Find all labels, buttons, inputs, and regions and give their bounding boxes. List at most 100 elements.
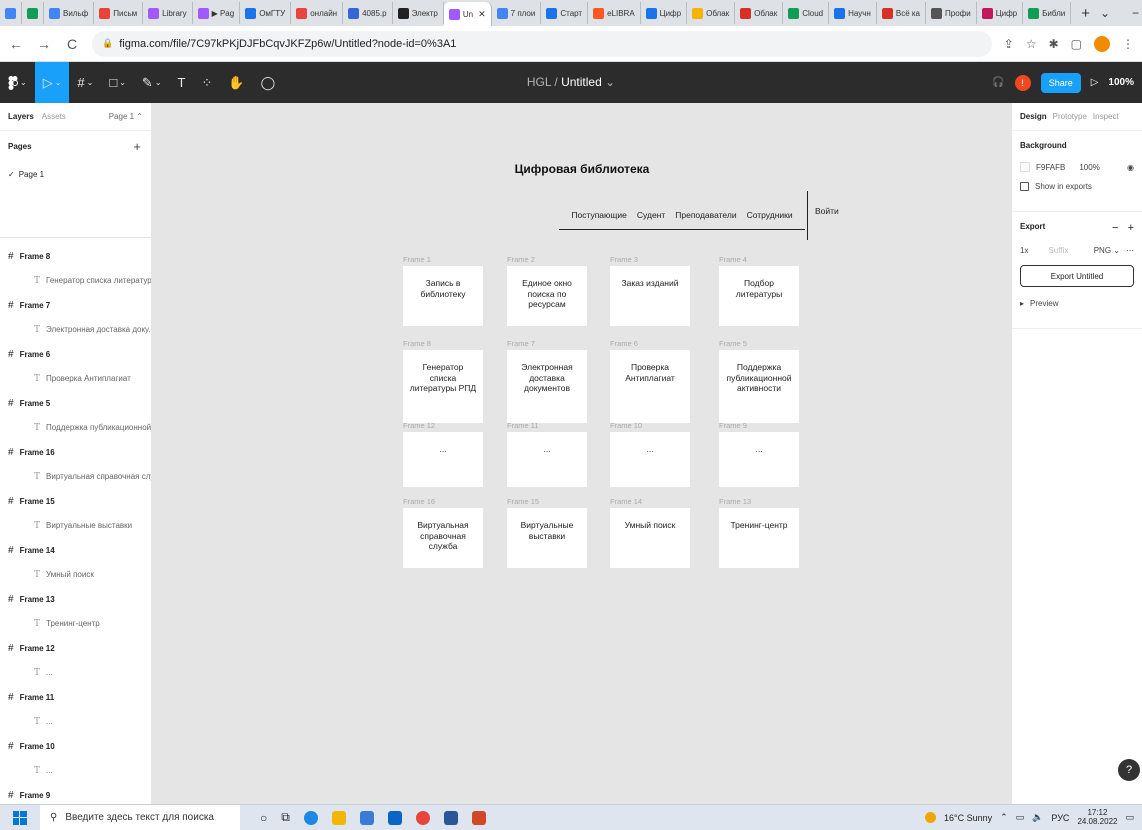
word-icon[interactable] [443,810,458,825]
service-card[interactable]: Заказ изданий [610,266,690,326]
shape-tool-icon[interactable]: □ ⌄ [101,62,134,103]
service-card[interactable]: Умный поиск [610,508,690,568]
browser-tab[interactable]: 4085.p [343,2,393,24]
layer-text-item[interactable]: T Генератор списка литератур... [0,268,151,293]
frame-label[interactable]: Frame 4 [719,255,747,264]
layer-frame-item[interactable]: # Frame 7 [0,293,151,317]
service-card[interactable]: ... [403,432,483,487]
service-card[interactable]: Тренинг-центр [719,508,799,568]
nav-link[interactable]: Поступающие [571,210,627,220]
layer-text-item[interactable]: T Виртуальная справочная слу... [0,464,151,489]
layer-text-item[interactable]: T Проверка Антиплагиат [0,366,151,391]
text-tool-icon[interactable]: T [170,62,194,103]
layer-frame-item[interactable]: # Frame 6 [0,342,151,366]
service-card[interactable]: Поддержка публикационной активности [719,350,799,423]
service-card[interactable]: Единое окно поиска по ресурсам [507,266,587,326]
frame-label[interactable]: Frame 16 [403,497,435,506]
nav-link[interactable]: Сотрудники [747,210,793,220]
mail-icon[interactable] [387,810,402,825]
nav-link[interactable]: Судент [637,210,665,220]
tab-assets[interactable]: Assets [42,112,66,121]
language-indicator[interactable]: РУС [1051,813,1069,823]
zoom-level[interactable]: 100% [1108,77,1134,88]
pen-tool-icon[interactable]: ✎ ⌄ [134,62,170,103]
browser-tab[interactable]: Облак [735,2,784,24]
browser-app-icon[interactable] [22,2,44,24]
layer-frame-item[interactable]: # Frame 11 [0,685,151,709]
bg-opacity[interactable]: 100% [1079,163,1099,172]
layer-text-item[interactable]: T... [0,660,151,685]
service-card[interactable]: Подбор литературы [719,266,799,326]
task-view-icon[interactable]: ⧉ [281,810,290,825]
browser-tab[interactable]: Всё ка [877,2,926,24]
file-name[interactable]: Untitled [561,75,602,89]
url-field[interactable]: 🔒 figma.com/file/7C97kPKjDJFbCqvJKFZp6w/… [92,30,992,57]
browser-tab[interactable]: ОмГТУ [240,2,292,24]
tab-inspect[interactable]: Inspect [1093,112,1119,121]
layer-frame-item[interactable]: # Frame 8 [0,244,151,268]
frame-label[interactable]: Frame 12 [403,421,435,430]
forward-icon[interactable]: → [36,36,52,52]
browser-tab[interactable]: Облак [687,2,736,24]
tab-design[interactable]: Design [1020,112,1047,121]
layer-frame-item[interactable]: # Frame 5 [0,391,151,415]
minimize-button[interactable]: − [1132,6,1139,20]
move-tool-icon[interactable]: ▷ ⌄ [34,62,70,103]
page-item-1[interactable]: ✓ Page 1 [0,161,151,187]
frame-label[interactable]: Frame 14 [610,497,642,506]
layer-text-item[interactable]: T Умный поиск [0,562,151,587]
tab-prototype[interactable]: Prototype [1053,112,1087,121]
browser-tab[interactable]: Научн [829,2,877,24]
more-menu-icon[interactable]: ⋮ [1122,37,1134,51]
browser-tab[interactable]: Цифр [977,2,1024,24]
audio-headphones-icon[interactable]: 🎧 [992,77,1004,88]
frame-label[interactable]: Frame 2 [507,255,535,264]
nav-link[interactable]: Преподаватели [675,210,736,220]
browser-tab[interactable]: Письм [94,2,144,24]
design-canvas[interactable]: Цифровая библиотека Поступающие Судент Пре… [153,103,1011,804]
comment-tool-icon[interactable]: ◯ [253,62,284,103]
tab-search-chevron-icon[interactable]: ⌄ [1100,6,1110,20]
service-card[interactable]: ... [610,432,690,487]
export-scale[interactable]: 1x [1020,246,1028,255]
frame-label[interactable]: Frame 1 [403,255,431,264]
export-button[interactable]: Export Untitled [1020,265,1134,287]
powerpoint-icon[interactable] [471,810,486,825]
share-page-icon[interactable]: ⇪ [1004,37,1014,51]
preview-toggle[interactable]: ▸ Preview [1020,299,1134,308]
page-selector[interactable]: Page 1 ⌃ [109,112,143,121]
layer-frame-item[interactable]: # Frame 16 [0,440,151,464]
new-tab-button[interactable]: + [1071,5,1100,22]
layer-frame-item[interactable]: # Frame 14 [0,538,151,562]
layer-text-item[interactable]: T... [0,709,151,734]
tab-close-icon[interactable]: ✕ [478,9,486,20]
service-card[interactable]: Запись в библиотеку [403,266,483,326]
layer-frame-item[interactable]: # Frame 15 [0,489,151,513]
browser-tab[interactable]: 7 плои [492,2,542,24]
taskbar-search-input[interactable]: ⚲ Введите здесь текст для поиска [40,804,240,830]
remove-export-icon[interactable]: − [1112,222,1118,234]
frame-label[interactable]: Frame 9 [719,421,747,430]
chrome-icon[interactable] [415,810,430,825]
edge-icon[interactable] [303,810,318,825]
browser-tab[interactable]: eLIBRA [588,2,641,24]
tab-layers[interactable]: Layers [8,112,34,121]
sidepanel-icon[interactable]: ▢ [1071,37,1082,51]
user-avatar[interactable]: ! [1014,74,1031,91]
add-page-icon[interactable]: + [133,139,141,154]
frame-label[interactable]: Frame 3 [610,255,638,264]
browser-tab[interactable]: ▶ Pag [193,2,241,24]
clock[interactable]: 17:12 24.08.2022 [1077,808,1117,827]
back-icon[interactable]: ← [8,36,24,52]
present-play-icon[interactable]: ▷ [1091,77,1099,88]
tray-chevron-icon[interactable]: ⌃ [1000,812,1008,823]
browser-tab[interactable]: Вильф [44,2,95,24]
browser-tab[interactable]: Library [143,2,193,24]
frame-tool-icon[interactable]: # ⌄ [69,62,101,103]
notifications-icon[interactable]: ▭ [1125,812,1134,823]
weather-text[interactable]: 16°C Sunny [944,813,992,823]
network-icon[interactable]: ▭ [1016,812,1025,823]
add-export-icon[interactable]: + [1128,222,1134,234]
file-explorer-icon[interactable] [331,810,346,825]
browser-tab[interactable]: Библи [1023,2,1072,24]
